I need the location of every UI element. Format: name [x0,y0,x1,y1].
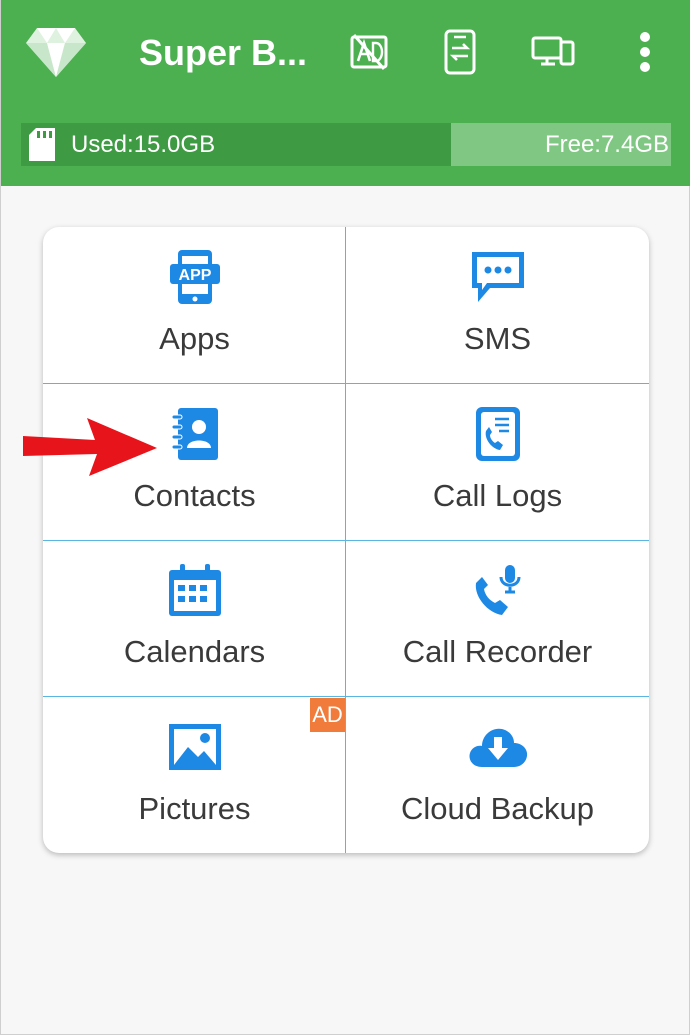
tile-call-recorder[interactable]: Call Recorder [346,540,649,697]
feature-grid: APP Apps SMS Contacts Call Logs Calendar… [43,227,649,853]
more-vert-icon [640,32,650,72]
tile-calendars[interactable]: Calendars [43,540,346,697]
app-bar: Super B... Used:15.0GB Free:7.4GB [1,0,690,186]
cloud-download-icon [469,728,527,767]
picture-icon [168,723,221,770]
contacts-book-icon [171,407,218,460]
more-options-button[interactable] [621,28,669,76]
svg-text:APP: APP [178,267,211,284]
call-recorder-icon [475,565,520,615]
tile-label: Call Logs [432,477,563,513]
phone-transfer-button[interactable] [436,28,484,76]
tile-label: Cloud Backup [400,790,594,826]
sd-card-icon [29,128,55,161]
tile-call-logs[interactable]: Call Logs [346,384,649,541]
tile-sms[interactable]: SMS [346,227,649,384]
sms-bubble-icon [471,252,524,302]
tile-apps[interactable]: APP Apps [43,227,346,384]
diamond-logo-icon [26,28,86,77]
tile-label: Apps [159,321,230,356]
storage-free-label: Free:7.4GB [544,131,669,158]
tile-label: Contacts [133,477,256,513]
call-log-icon [475,406,520,461]
app-title: Super B... [139,32,308,73]
storage-bar: Used:15.0GB Free:7.4GB [21,123,671,166]
devices-button[interactable] [529,28,577,76]
devices-icon [531,36,575,66]
calendar-icon [168,564,221,616]
tile-label: Call Recorder [402,634,593,669]
red-arrow-annotation-icon [23,418,157,476]
tile-pictures[interactable]: Pictures [43,697,346,854]
app-phone-icon: APP [169,250,220,304]
storage-used-label: Used:15.0GB [71,131,216,158]
tile-label: Calendars [123,634,266,669]
tile-label: Pictures [138,790,251,826]
no-ad-icon [350,34,388,70]
tile-cloud-backup[interactable]: Cloud Backup [346,697,649,854]
no-ad-button[interactable] [345,28,393,76]
tile-label: SMS [463,321,532,356]
phone-transfer-icon [444,29,476,75]
ad-badge[interactable]: AD [310,698,345,732]
